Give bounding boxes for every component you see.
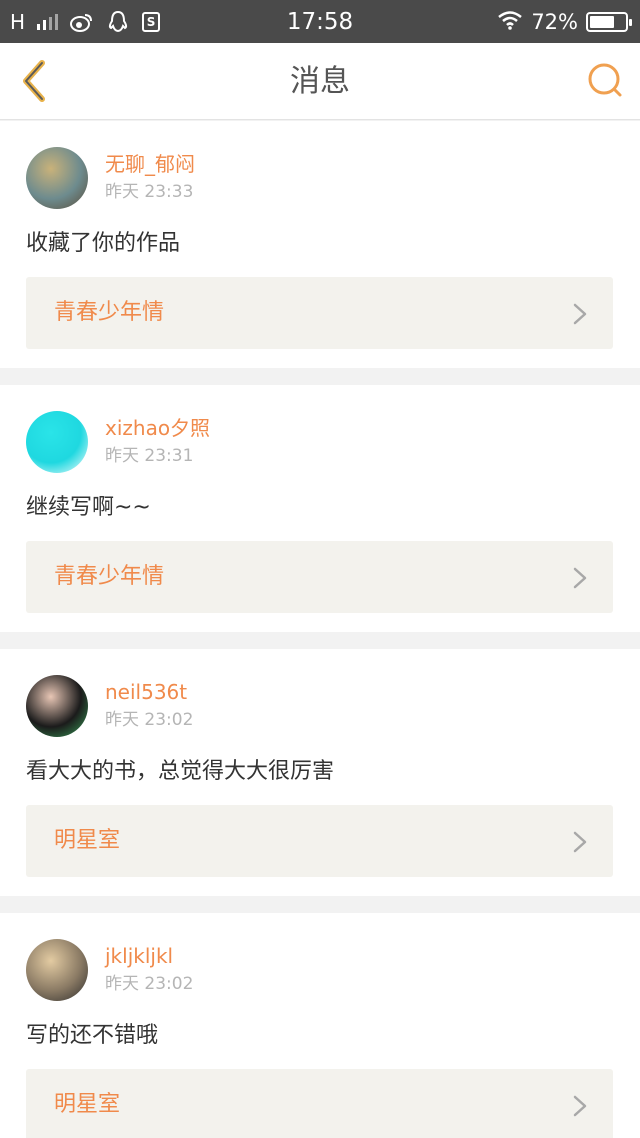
search-icon <box>588 63 622 97</box>
chevron-right-icon <box>573 1095 587 1117</box>
message-time: 昨天 23:02 <box>105 974 194 994</box>
username[interactable]: xizhao夕照 <box>105 415 210 441</box>
work-title: 明星室 <box>54 828 121 853</box>
battery-icon <box>586 12 632 32</box>
message-text: 写的还不错哦 <box>26 1023 159 1048</box>
work-link[interactable]: 青春少年情 <box>26 541 613 613</box>
message-card: 无聊_郁闷 昨天 23:33 收藏了你的作品 青春少年情 <box>0 121 640 368</box>
work-link[interactable]: 青春少年情 <box>26 277 613 349</box>
message-text: 看大大的书，总觉得大大很厉害 <box>26 759 335 784</box>
nav-bar: 消息 <box>0 43 640 120</box>
page-title: 消息 <box>290 64 350 99</box>
avatar[interactable] <box>26 411 88 473</box>
status-bar: H S 17:58 72% <box>0 0 640 43</box>
battery-percent: 72% <box>531 10 578 34</box>
avatar[interactable] <box>26 147 88 209</box>
work-link[interactable]: 明星室 <box>26 1069 613 1138</box>
message-text: 收藏了你的作品 <box>26 231 181 256</box>
username[interactable]: neil536t <box>105 679 187 705</box>
message-list: 无聊_郁闷 昨天 23:33 收藏了你的作品 青春少年情 xizhao夕照 昨天… <box>0 121 640 1138</box>
username[interactable]: jkljkljkl <box>105 943 173 969</box>
work-title: 青春少年情 <box>54 300 165 325</box>
message-time: 昨天 23:33 <box>105 182 194 202</box>
search-button[interactable] <box>584 59 628 103</box>
avatar[interactable] <box>26 939 88 1001</box>
wifi-icon <box>497 10 523 34</box>
message-card: neil536t 昨天 23:02 看大大的书，总觉得大大很厉害 明星室 <box>0 649 640 896</box>
message-time: 昨天 23:02 <box>105 710 194 730</box>
avatar[interactable] <box>26 675 88 737</box>
work-title: 明星室 <box>54 1092 121 1117</box>
chevron-right-icon <box>573 567 587 589</box>
message-time: 昨天 23:31 <box>105 446 194 466</box>
message-card: jkljkljkl 昨天 23:02 写的还不错哦 明星室 <box>0 913 640 1138</box>
message-card: xizhao夕照 昨天 23:31 继续写啊~~ 青春少年情 <box>0 385 640 632</box>
work-title: 青春少年情 <box>54 564 165 589</box>
message-text: 继续写啊~~ <box>26 495 151 520</box>
status-right: 72% <box>497 8 632 36</box>
chevron-right-icon <box>573 831 587 853</box>
username[interactable]: 无聊_郁闷 <box>105 151 195 177</box>
work-link[interactable]: 明星室 <box>26 805 613 877</box>
chevron-right-icon <box>573 303 587 325</box>
